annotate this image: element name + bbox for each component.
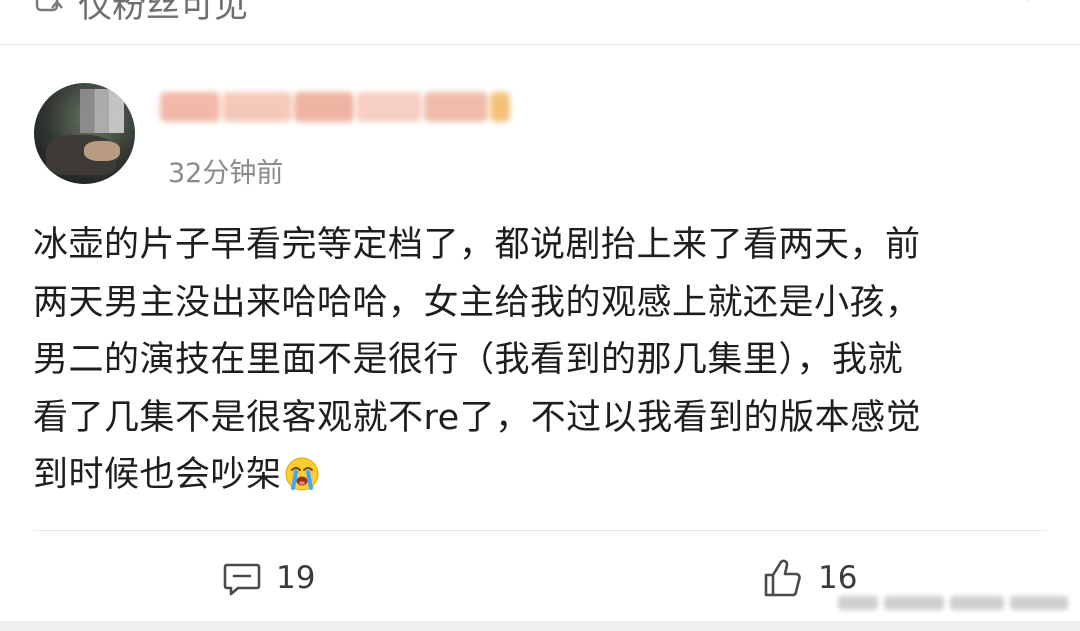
post-content: 冰壶的片子早看完等定档了，都说剧抬上来了看两天，前 两天男主没出来哈哈哈，女主给… bbox=[33, 217, 1033, 505]
avatar-mosaic bbox=[80, 89, 124, 133]
post-timestamp: 32分钟前 bbox=[168, 158, 284, 189]
post-content-line: 看了几集不是很客观就不re了，不过以我看到的版本感觉 bbox=[33, 397, 922, 438]
crying-face-emoji bbox=[285, 457, 319, 491]
post-content-line: 到时候也会吵架 bbox=[33, 455, 282, 495]
username-blurred[interactable] bbox=[160, 88, 530, 128]
post-content-line-last: 到时候也会吵架 bbox=[33, 447, 1033, 505]
footer-divider bbox=[33, 530, 1047, 531]
post-content-line: 两天男主没出来哈哈哈，女主给我的观感上就还是小孩， bbox=[33, 282, 921, 323]
next-post-separator bbox=[0, 621, 1080, 631]
thumbs-up-icon bbox=[764, 559, 801, 597]
comment-button[interactable]: 19 bbox=[222, 556, 315, 600]
lock-icon bbox=[35, 0, 63, 12]
post-content-line: 男二的演技在里面不是很行（我看到的那几集里），我就 bbox=[33, 340, 904, 380]
comment-count: 19 bbox=[276, 560, 316, 596]
comment-icon bbox=[223, 563, 261, 596]
chevron-down-icon[interactable] bbox=[1016, 0, 1038, 8]
avatar-figure-detail bbox=[84, 141, 120, 161]
previous-post-footer: 仅粉丝可见 bbox=[0, 0, 1080, 45]
avatar[interactable] bbox=[34, 83, 135, 184]
post-content-line: 冰壶的片子早看完等定档了，都说剧抬上来了看两天，前 bbox=[33, 225, 921, 265]
watermark-blurred bbox=[838, 590, 1070, 616]
visibility-label: 仅粉丝可见 bbox=[78, 0, 248, 26]
